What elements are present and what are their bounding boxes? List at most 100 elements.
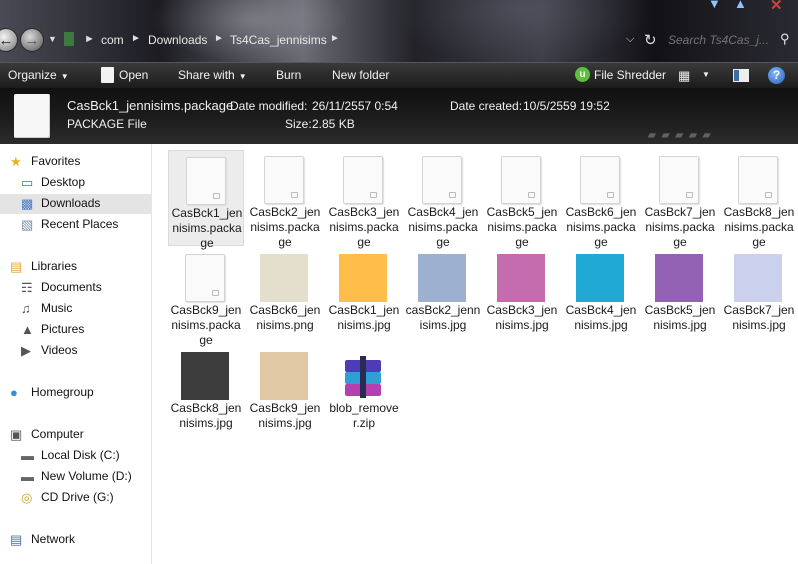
preview-pane-icon[interactable] (733, 69, 749, 82)
view-options-chevron-icon[interactable]: ▼ (702, 70, 710, 79)
file-name-label: CasBck6_jennisims.png (249, 303, 321, 332)
sidebar-item-libraries[interactable]: ▤ Libraries (0, 257, 151, 277)
breadcrumb-chevron-icon[interactable]: ► (214, 33, 224, 44)
image-thumbnail (181, 352, 229, 400)
file-name-label: CasBck7_jennisims.jpg (723, 303, 795, 332)
open-button[interactable]: Open (119, 68, 148, 82)
sidebar-item-network[interactable]: ▤ Network (0, 530, 151, 550)
hard-drive-icon: ▬ (21, 469, 34, 484)
address-history-dropdown-icon[interactable]: ⌵ (626, 33, 634, 46)
file-item[interactable]: CasBck6_jennisims.package (563, 150, 639, 249)
organize-button[interactable]: Organize ▼ (8, 68, 69, 82)
file-item[interactable]: CasBck6_jennisims.png (247, 248, 323, 344)
details-pane: CasBck1_jennisims.package PACKAGE File D… (0, 88, 798, 144)
folder-icon (64, 32, 74, 46)
sidebar-item-pictures[interactable]: ▲ Pictures (0, 320, 151, 340)
image-thumbnail (260, 254, 308, 302)
back-button[interactable]: ← (0, 28, 18, 52)
file-name-label: CasBck3_jennisims.jpg (486, 303, 558, 332)
sidebar-item-label: New Volume (D:) (41, 469, 132, 483)
close-icon[interactable]: ✕ (770, 0, 783, 14)
sidebar-item-new-volume-d[interactable]: ▬ New Volume (D:) (0, 467, 151, 487)
sidebar-item-label: Recent Places (41, 217, 119, 231)
command-bar: Organize ▼ Open Share with ▼ Burn New fold… (0, 62, 798, 88)
share-with-button[interactable]: Share with ▼ (178, 68, 247, 82)
chevron-down-icon: ▼ (60, 72, 69, 81)
sidebar-item-music[interactable]: ♫ Music (0, 299, 151, 319)
file-item[interactable]: CasBck7_jennisims.jpg (721, 248, 797, 344)
sidebar-item-label: Local Disk (C:) (41, 448, 120, 462)
maximize-icon[interactable]: ▲ (734, 0, 747, 11)
file-item[interactable]: CasBck9_jennisims.package (168, 248, 244, 347)
file-list: CasBck1_jennisims.package CasBck2_jennisi… (153, 144, 798, 564)
chevron-down-icon: ▼ (238, 72, 247, 81)
sidebar-item-label: Computer (31, 427, 84, 441)
sidebar-item-desktop[interactable]: ▭ Desktop (0, 173, 151, 193)
breadcrumb-item-downloads[interactable]: Downloads (148, 33, 207, 47)
sidebar-item-label: Music (41, 301, 73, 315)
sidebar-item-videos[interactable]: ▶ Videos (0, 341, 151, 361)
file-item[interactable]: CasBck3_jennisims.jpg (484, 248, 560, 344)
file-item[interactable]: CasBck8_jennisims.jpg (168, 346, 244, 442)
change-view-icon[interactable]: ▦ (678, 68, 690, 84)
image-thumbnail (576, 254, 624, 302)
sidebar-item-homegroup[interactable]: ● Homegroup (0, 383, 151, 403)
navigation-pane: ★ Favorites ▭ Desktop ▩ Downloads ▧ Rece… (0, 144, 152, 564)
file-item[interactable]: CasBck3_jennisims.package (326, 150, 402, 249)
file-item[interactable]: casBck2_jennisims.jpg (405, 248, 481, 344)
burn-button[interactable]: Burn (276, 68, 301, 82)
downloads-folder-icon: ▩ (21, 196, 34, 211)
package-file-icon (738, 156, 778, 204)
file-item[interactable]: CasBck2_jennisims.package (247, 150, 323, 249)
image-thumbnail (734, 254, 782, 302)
breadcrumb-chevron-icon[interactable]: ► (131, 33, 141, 44)
file-shredder-button[interactable]: File Shredder (594, 68, 666, 82)
file-item[interactable]: CasBck8_jennisims.package (721, 150, 797, 249)
sidebar-item-downloads[interactable]: ▩ Downloads (0, 194, 151, 214)
package-file-icon (501, 156, 541, 204)
network-icon: ▤ (10, 532, 23, 547)
file-item[interactable]: CasBck4_jennisims.jpg (563, 248, 639, 344)
image-thumbnail (497, 254, 545, 302)
sidebar-item-computer[interactable]: ▣ Computer (0, 425, 151, 445)
title-bar: ← → ▼ ► com ► Downloads ► Ts4Cas_jennisi… (0, 0, 798, 62)
file-item[interactable]: CasBck5_jennisims.package (484, 150, 560, 249)
sidebar-item-cd-drive-g[interactable]: ◎ CD Drive (G:) (0, 488, 151, 508)
file-item[interactable]: CasBck1_jennisims.package (168, 150, 244, 250)
new-folder-button[interactable]: New folder (332, 68, 389, 82)
file-item[interactable]: CasBck5_jennisims.jpg (642, 248, 718, 344)
breadcrumb-item-com[interactable]: com (101, 33, 124, 47)
sidebar-item-favorites[interactable]: ★ Favorites (0, 152, 151, 172)
forward-button[interactable]: → (20, 28, 44, 52)
sidebar-item-recent-places[interactable]: ▧ Recent Places (0, 215, 151, 235)
sidebar-item-local-disk-c[interactable]: ▬ Local Disk (C:) (0, 446, 151, 466)
file-item[interactable]: CasBck1_jennisims.jpg (326, 248, 402, 344)
refresh-icon[interactable]: ↻ (644, 31, 657, 49)
search-icon[interactable]: ⚲ (780, 31, 790, 47)
file-item[interactable]: blob_remover.zip (326, 346, 402, 442)
file-item[interactable]: CasBck4_jennisims.package (405, 150, 481, 249)
package-file-icon (422, 156, 462, 204)
file-item[interactable]: CasBck9_jennisims.jpg (247, 346, 323, 442)
minimize-icon[interactable]: ▼ (708, 0, 721, 11)
image-thumbnail (260, 352, 308, 400)
breadcrumb-chevron-icon[interactable]: ► (330, 33, 340, 44)
help-icon[interactable]: ? (768, 67, 785, 84)
file-name-label: CasBck6_jennisims.package (565, 205, 637, 249)
file-name-label: CasBck3_jennisims.package (328, 205, 400, 249)
breadcrumb-item-current-folder[interactable]: Ts4Cas_jennisims (230, 33, 327, 47)
date-modified-value: 26/11/2557 0:54 (312, 99, 398, 113)
size-label: Size: (285, 117, 312, 131)
sidebar-item-label: Homegroup (31, 385, 94, 399)
recent-pages-dropdown-icon[interactable]: ▼ (48, 34, 57, 44)
file-item[interactable]: CasBck7_jennisims.package (642, 150, 718, 249)
breadcrumb-root-chevron-icon[interactable]: ► (84, 33, 95, 45)
search-input[interactable] (668, 29, 782, 51)
file-name-label: CasBck7_jennisims.package (644, 205, 716, 249)
organize-label: Organize (8, 68, 57, 82)
open-file-icon (101, 67, 114, 83)
sidebar-item-documents[interactable]: ☶ Documents (0, 278, 151, 298)
file-name-label: CasBck5_jennisims.jpg (644, 303, 716, 332)
image-thumbnail (339, 254, 387, 302)
hard-drive-icon: ▬ (21, 448, 34, 463)
